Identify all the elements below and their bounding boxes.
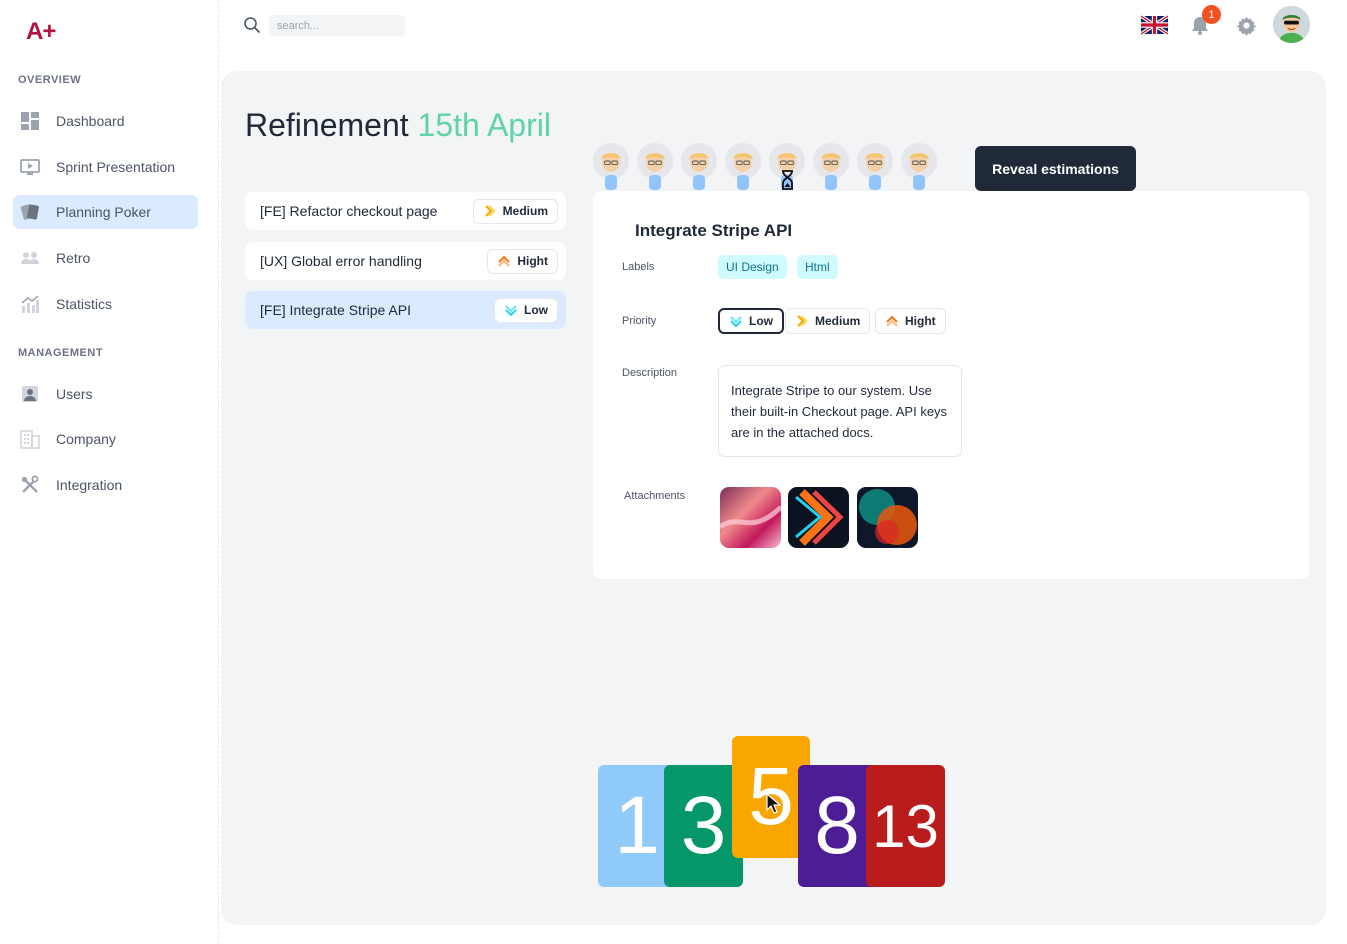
gear-icon[interactable] bbox=[1236, 15, 1257, 36]
sidebar-item-label: Sprint Presentation bbox=[56, 159, 176, 175]
priority-badge-medium: Medium bbox=[472, 198, 558, 224]
sidebar-item-integration[interactable]: Integration bbox=[13, 468, 198, 502]
sidebar-item-planning-poker[interactable]: Planning Poker bbox=[13, 195, 198, 229]
user-icon bbox=[18, 382, 42, 406]
page-date: 15th April bbox=[417, 107, 551, 143]
presentation-icon bbox=[18, 155, 42, 179]
priority-medium-icon bbox=[484, 205, 496, 217]
description-field-label: Description bbox=[622, 367, 678, 379]
attachment-thumbnail[interactable] bbox=[788, 487, 849, 548]
task-item[interactable]: [UX] Global error handling Hight bbox=[245, 242, 566, 280]
sidebar: A+ OVERVIEW Dashboard Sprint Presentatio… bbox=[0, 0, 219, 944]
sidebar-item-label: Statistics bbox=[56, 296, 113, 312]
people-icon bbox=[18, 246, 42, 270]
notification-badge: 1 bbox=[1202, 5, 1221, 24]
search-input[interactable] bbox=[269, 15, 405, 36]
priority-badge-high: Hight bbox=[487, 248, 558, 274]
voters-row bbox=[591, 141, 939, 191]
priority-option-medium[interactable]: Medium bbox=[785, 308, 871, 334]
label-chip[interactable]: Html bbox=[797, 255, 838, 279]
reveal-estimations-button[interactable]: Reveal estimations bbox=[975, 146, 1136, 191]
task-name: [FE] Refactor checkout page bbox=[260, 203, 438, 219]
voter-avatar bbox=[635, 141, 675, 191]
voter-avatar bbox=[855, 141, 895, 191]
tools-icon bbox=[18, 473, 42, 497]
priority-field-label: Priority bbox=[622, 315, 657, 327]
voter-avatar bbox=[723, 141, 763, 191]
labels-field-label: Labels bbox=[622, 261, 655, 273]
section-title-management: MANAGEMENT bbox=[18, 347, 104, 359]
voter-avatar bbox=[811, 141, 851, 191]
voter-avatar bbox=[679, 141, 719, 191]
sidebar-item-users[interactable]: Users bbox=[13, 377, 198, 411]
task-item[interactable]: [FE] Refactor checkout page Medium bbox=[245, 192, 566, 230]
voter-avatar bbox=[899, 141, 939, 191]
sidebar-item-label: Retro bbox=[56, 250, 91, 266]
task-name: [FE] Integrate Stripe API bbox=[260, 302, 411, 318]
dashboard-icon bbox=[18, 109, 42, 133]
description-box[interactable]: Integrate Stripe to our system. Use thei… bbox=[718, 365, 962, 457]
estimation-card-13[interactable]: 13 bbox=[866, 765, 945, 887]
chart-icon bbox=[18, 292, 42, 316]
priority-high-icon bbox=[498, 255, 511, 267]
uk-flag-icon[interactable] bbox=[1141, 15, 1168, 35]
sidebar-item-label: Dashboard bbox=[56, 113, 125, 129]
sidebar-item-company[interactable]: Company bbox=[13, 422, 198, 456]
priority-badge-low: Low bbox=[494, 297, 558, 323]
sidebar-item-dashboard[interactable]: Dashboard bbox=[13, 104, 198, 138]
search-icon[interactable] bbox=[243, 16, 261, 34]
label-chip[interactable]: UI Design bbox=[718, 255, 787, 279]
priority-option-low[interactable]: Low bbox=[718, 308, 784, 334]
mouse-cursor-icon bbox=[766, 793, 782, 814]
task-item[interactable]: [FE] Integrate Stripe API Low bbox=[245, 291, 566, 329]
attachments-field-label: Attachments bbox=[624, 490, 686, 502]
task-name: [UX] Global error handling bbox=[260, 253, 422, 269]
section-title-overview: OVERVIEW bbox=[18, 74, 82, 86]
voter-avatar bbox=[591, 141, 631, 191]
cards-icon bbox=[18, 200, 42, 224]
priority-low-icon bbox=[505, 305, 517, 317]
sidebar-item-label: Users bbox=[56, 386, 93, 402]
sidebar-item-statistics[interactable]: Statistics bbox=[13, 287, 198, 321]
priority-high-icon bbox=[886, 315, 898, 327]
app-logo[interactable]: A+ bbox=[26, 18, 56, 46]
hourglass-icon bbox=[782, 170, 793, 190]
sidebar-item-sprint-presentation[interactable]: Sprint Presentation bbox=[13, 150, 198, 184]
sidebar-item-label: Integration bbox=[56, 477, 123, 493]
building-icon bbox=[18, 427, 42, 451]
attachment-thumbnail[interactable] bbox=[720, 487, 781, 548]
priority-medium-icon bbox=[797, 315, 808, 327]
detail-title: Integrate Stripe API bbox=[635, 221, 793, 240]
priority-low-icon bbox=[730, 316, 742, 328]
estimation-card-8[interactable]: 8 bbox=[798, 765, 876, 887]
attachment-thumbnail[interactable] bbox=[857, 487, 918, 548]
sidebar-item-label: Planning Poker bbox=[56, 204, 151, 220]
user-avatar[interactable] bbox=[1273, 6, 1310, 43]
sidebar-item-label: Company bbox=[56, 431, 116, 447]
priority-option-high[interactable]: Hight bbox=[875, 308, 946, 334]
page-title: Refinement 15th April bbox=[245, 107, 551, 143]
sidebar-item-retro[interactable]: Retro bbox=[13, 241, 198, 275]
